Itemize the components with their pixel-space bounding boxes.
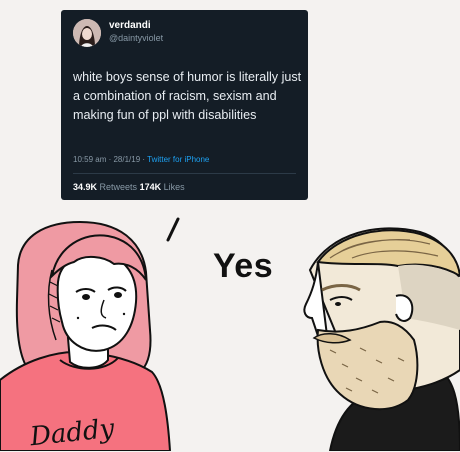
meme-illustration (0, 217, 460, 451)
nordic-man-figure (303, 227, 460, 451)
speech-line (166, 217, 180, 242)
reply-yes-text: Yes (213, 247, 274, 285)
